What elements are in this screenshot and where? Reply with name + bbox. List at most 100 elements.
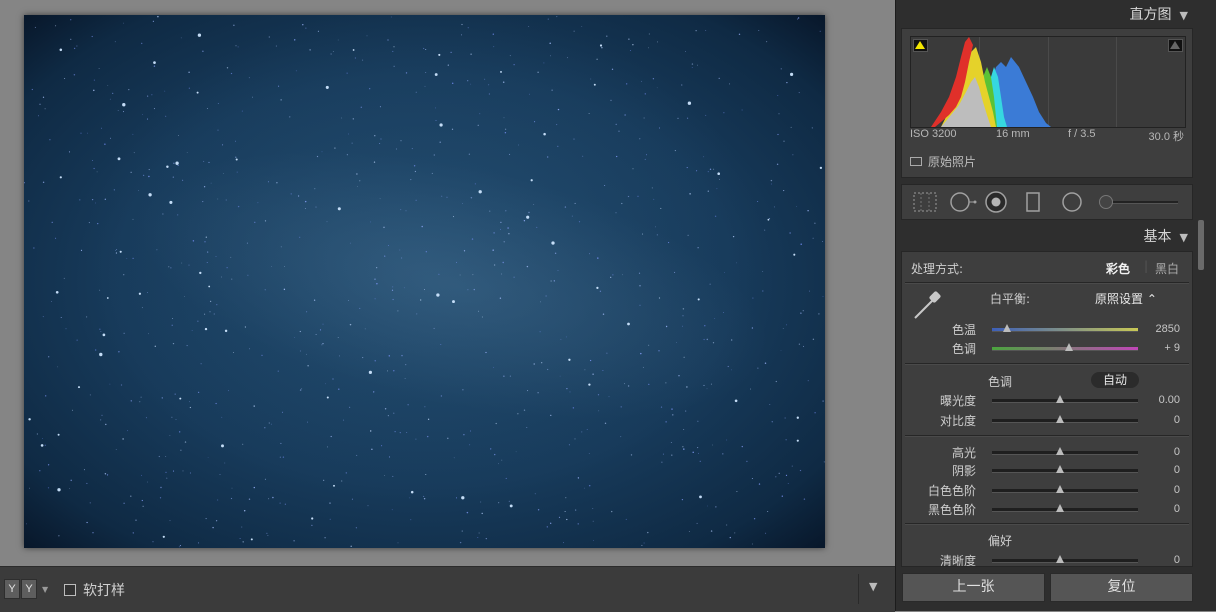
star — [791, 465, 793, 467]
graduated-filter-icon[interactable] — [1024, 191, 1044, 213]
star — [582, 155, 584, 157]
histogram-graph[interactable] — [910, 36, 1186, 128]
star — [574, 202, 576, 204]
star — [140, 474, 142, 476]
star — [153, 61, 156, 64]
collapse-triangle-icon[interactable]: ▼ — [1180, 9, 1188, 22]
blacks-slider-track[interactable] — [992, 508, 1138, 512]
star — [199, 271, 202, 275]
star — [723, 312, 724, 313]
star — [100, 419, 102, 421]
red-eye-correction-icon[interactable] — [984, 191, 1010, 213]
original-photo-checkbox[interactable] — [910, 157, 922, 166]
tint-value[interactable]: + 9 — [1140, 342, 1180, 354]
shutter-speed-value: 30.0 秒 — [1148, 131, 1184, 143]
star — [362, 357, 364, 359]
star — [316, 155, 319, 158]
temperature-value[interactable]: 2850 — [1140, 323, 1180, 335]
tint-slider-knob[interactable] — [1065, 343, 1074, 351]
shadows-slider-knob[interactable] — [1056, 465, 1064, 473]
star — [216, 304, 218, 306]
highlights-value[interactable]: 0 — [1140, 446, 1180, 458]
basic-header[interactable]: 基本 ▼ — [902, 224, 1188, 250]
image-viewer[interactable] — [0, 0, 895, 566]
contrast-slider-knob[interactable] — [1056, 415, 1064, 423]
whites-slider-knob[interactable] — [1056, 485, 1064, 493]
star — [161, 397, 164, 399]
star — [818, 313, 820, 315]
star — [543, 62, 545, 64]
soft-proofing-checkbox[interactable] — [64, 584, 76, 596]
star — [466, 511, 469, 514]
star — [674, 150, 676, 152]
adjustment-brush-size-track[interactable] — [1102, 201, 1178, 204]
star — [337, 337, 339, 338]
blacks-value[interactable]: 0 — [1140, 503, 1180, 515]
radial-filter-icon[interactable] — [1060, 191, 1084, 213]
treatment-color-option[interactable]: 彩色 — [1106, 260, 1130, 277]
clarity-slider-track[interactable] — [992, 559, 1138, 563]
white-balance-eyedropper-icon[interactable] — [910, 288, 944, 322]
adjustment-brush-icon[interactable] — [1099, 195, 1113, 209]
clarity-slider-knob[interactable] — [1056, 555, 1064, 563]
collapse-triangle-icon[interactable]: ▼ — [1180, 231, 1188, 244]
crop-overlay-icon[interactable] — [912, 191, 938, 213]
star — [184, 441, 187, 443]
right-panel-scrollbar[interactable] — [1198, 220, 1204, 270]
exposure-slider-knob[interactable] — [1056, 395, 1064, 403]
whites-value[interactable]: 0 — [1140, 484, 1180, 496]
whites-slider-track[interactable] — [992, 489, 1138, 493]
star — [509, 153, 511, 155]
blacks-slider-knob[interactable] — [1056, 504, 1064, 512]
reset-button[interactable]: 复位 — [1050, 573, 1193, 602]
temperature-slider-track[interactable] — [992, 328, 1138, 332]
star — [488, 93, 490, 95]
temperature-slider-knob[interactable] — [1002, 324, 1011, 332]
highlight-clipping-warning-icon[interactable] — [1168, 39, 1183, 52]
star — [581, 26, 583, 27]
highlights-slider-track[interactable] — [992, 451, 1138, 455]
auto-tone-button[interactable]: 自动 — [1091, 372, 1139, 388]
star — [547, 156, 549, 158]
star — [39, 470, 41, 472]
original-photo-toggle[interactable]: 原始照片 — [910, 153, 976, 170]
star — [326, 221, 328, 223]
clarity-value[interactable]: 0 — [1140, 554, 1180, 566]
star — [604, 184, 606, 187]
star — [622, 274, 623, 276]
star — [89, 502, 91, 504]
exposure-slider-track[interactable] — [992, 399, 1138, 403]
star — [463, 433, 465, 436]
white-balance-select[interactable]: 原照设置 ⌃ — [1095, 290, 1157, 307]
photo-preview[interactable] — [24, 15, 825, 548]
shadows-value[interactable]: 0 — [1140, 464, 1180, 476]
spot-removal-icon[interactable] — [948, 191, 978, 213]
shadows-slider-track[interactable] — [992, 469, 1138, 473]
star — [374, 135, 376, 137]
before-view-button[interactable]: Y — [4, 579, 20, 599]
histogram-header[interactable]: 直方图 ▼ — [902, 2, 1188, 28]
star — [55, 25, 57, 27]
star — [235, 140, 236, 142]
star — [656, 87, 658, 89]
toolbar-options-icon[interactable]: ▼ — [869, 580, 877, 593]
soft-proofing-toggle[interactable]: 软打样 — [64, 580, 125, 600]
shadow-clipping-warning-icon[interactable] — [913, 39, 928, 52]
before-after-toggle[interactable]: Y Y ▼ — [4, 579, 48, 599]
exposure-value[interactable]: 0.00 — [1140, 394, 1180, 406]
after-view-button[interactable]: Y — [21, 579, 37, 599]
star — [588, 484, 591, 487]
star — [537, 509, 540, 511]
view-dropdown-icon[interactable]: ▼ — [42, 585, 48, 594]
treatment-bw-option[interactable]: 黑白 — [1155, 260, 1179, 277]
star — [764, 362, 767, 365]
star — [630, 454, 633, 456]
contrast-value[interactable]: 0 — [1140, 414, 1180, 426]
highlights-slider-knob[interactable] — [1056, 447, 1064, 455]
previous-button[interactable]: 上一张 — [902, 573, 1045, 602]
contrast-slider-track[interactable] — [992, 419, 1138, 423]
star — [178, 546, 180, 548]
star — [415, 438, 417, 440]
star — [91, 160, 93, 161]
star — [106, 297, 109, 299]
